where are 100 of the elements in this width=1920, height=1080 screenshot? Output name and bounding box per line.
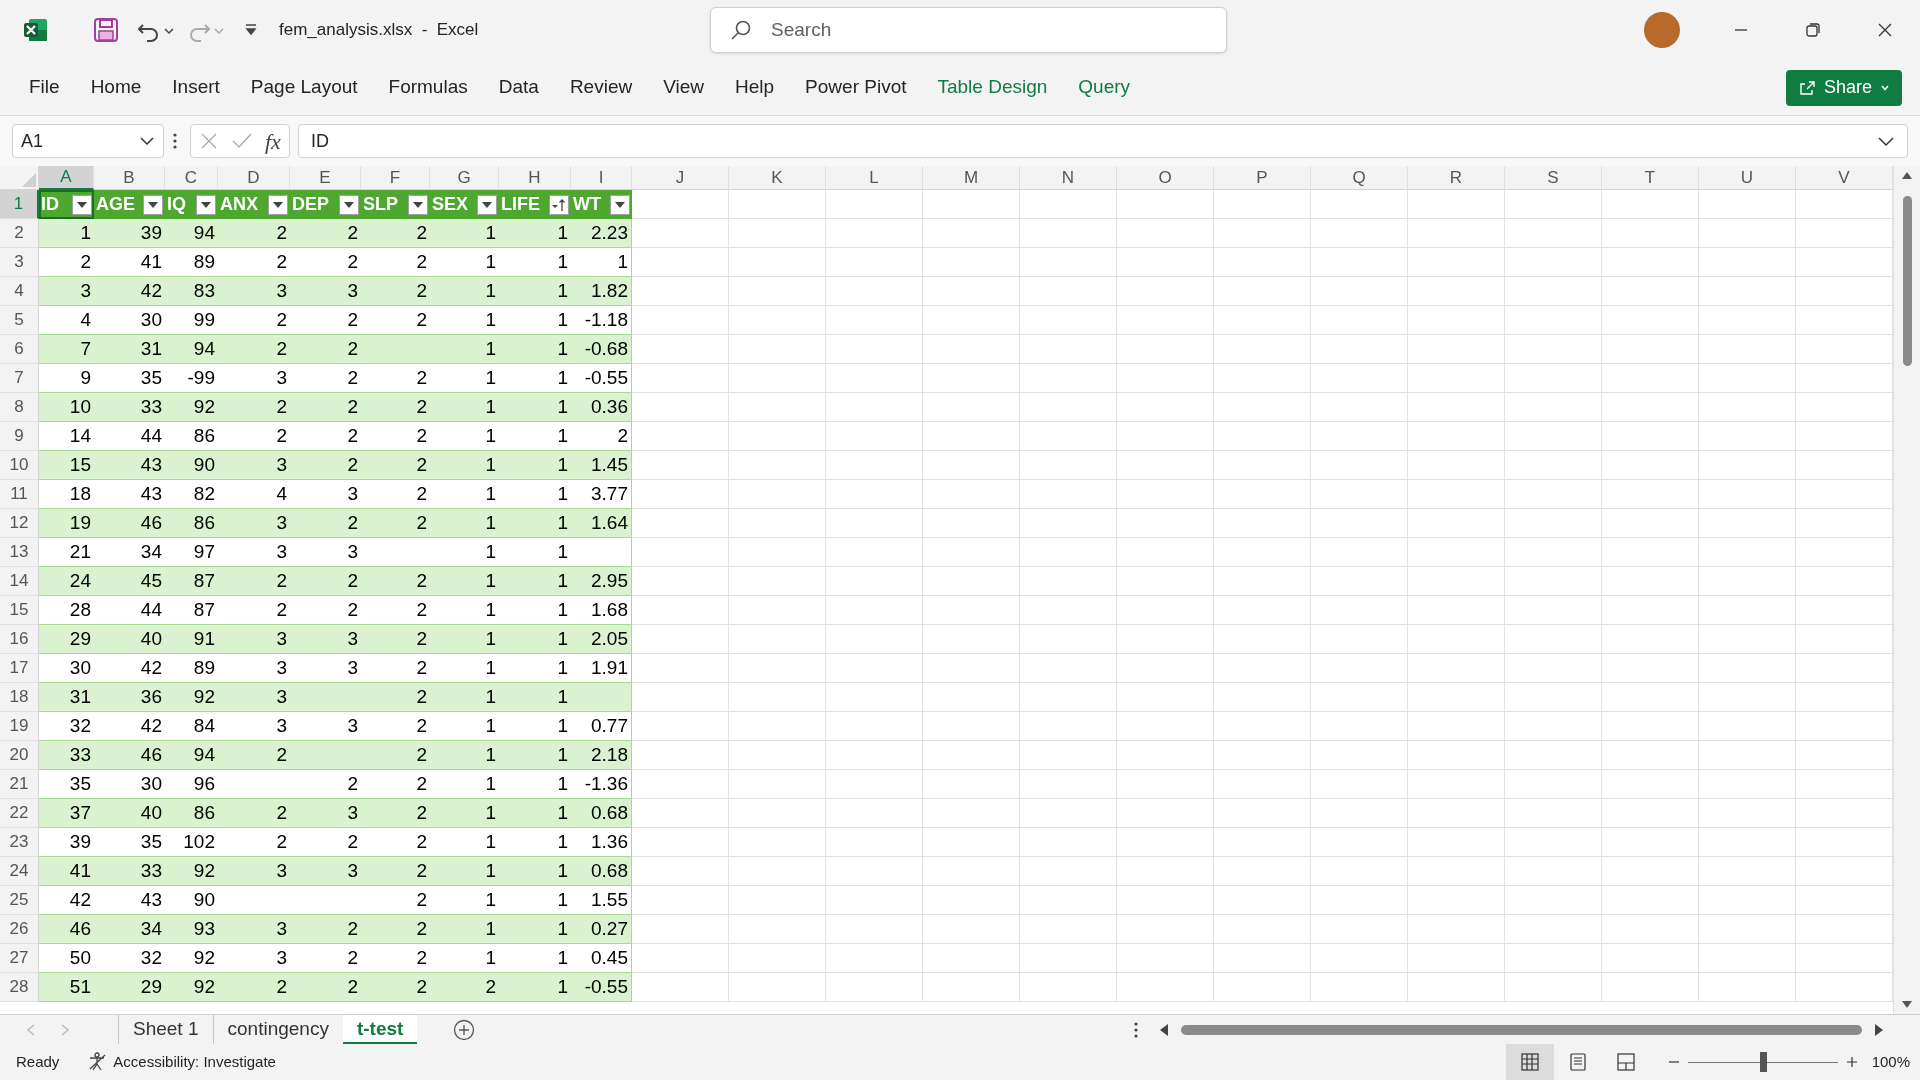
- grid-cell[interactable]: [1117, 741, 1214, 770]
- column-header[interactable]: B: [94, 166, 165, 190]
- grid-cell[interactable]: [1505, 567, 1602, 596]
- grid-cell[interactable]: [1117, 654, 1214, 683]
- grid-cell[interactable]: [632, 770, 729, 799]
- grid-cell[interactable]: [729, 857, 826, 886]
- grid-cell[interactable]: [1505, 654, 1602, 683]
- grid-cell[interactable]: [1699, 219, 1796, 248]
- grid-cell[interactable]: [729, 828, 826, 857]
- table-cell[interactable]: 1: [430, 567, 499, 596]
- table-cell[interactable]: 3.77: [571, 480, 632, 509]
- table-cell[interactable]: 86: [165, 509, 218, 538]
- grid-cell[interactable]: [1311, 654, 1408, 683]
- grid-cell[interactable]: [1505, 770, 1602, 799]
- grid-cell[interactable]: [1020, 277, 1117, 306]
- table-cell[interactable]: -0.55: [571, 973, 632, 1002]
- grid-cell[interactable]: [729, 451, 826, 480]
- column-header[interactable]: U: [1699, 166, 1796, 190]
- grid-cell[interactable]: [1020, 509, 1117, 538]
- table-cell[interactable]: 1: [499, 857, 571, 886]
- next-sheet-icon[interactable]: [60, 1023, 70, 1036]
- grid-cell[interactable]: [1117, 364, 1214, 393]
- row-header[interactable]: 15: [0, 596, 39, 625]
- table-cell[interactable]: 24: [39, 567, 94, 596]
- grid-cell[interactable]: [1311, 451, 1408, 480]
- grid-cell[interactable]: [1699, 538, 1796, 567]
- table-cell[interactable]: 3: [218, 451, 290, 480]
- column-header[interactable]: A: [39, 166, 94, 190]
- table-cell[interactable]: 94: [165, 219, 218, 248]
- table-cell[interactable]: 0.27: [571, 915, 632, 944]
- table-cell[interactable]: 2: [218, 335, 290, 364]
- table-cell[interactable]: 1.45: [571, 451, 632, 480]
- ribbon-tab[interactable]: Help: [728, 69, 782, 106]
- table-cell[interactable]: [571, 683, 632, 712]
- grid-cell[interactable]: [632, 915, 729, 944]
- table-cell[interactable]: 2: [290, 973, 361, 1002]
- grid-cell[interactable]: [1311, 828, 1408, 857]
- grid-cell[interactable]: [1505, 248, 1602, 277]
- grid-cell[interactable]: [1505, 190, 1602, 219]
- grid-cell[interactable]: [1408, 712, 1505, 741]
- table-cell[interactable]: 2: [290, 219, 361, 248]
- grid-cell[interactable]: [826, 248, 923, 277]
- grid-cell[interactable]: [1117, 277, 1214, 306]
- grid-cell[interactable]: [1602, 770, 1699, 799]
- column-header[interactable]: G: [430, 166, 499, 190]
- table-cell[interactable]: 29: [94, 973, 165, 1002]
- slider-thumb[interactable]: [1759, 1052, 1767, 1072]
- table-cell[interactable]: 7: [39, 335, 94, 364]
- grid-cell[interactable]: [1505, 335, 1602, 364]
- grid-cell[interactable]: [1214, 538, 1311, 567]
- table-cell[interactable]: 2: [361, 799, 430, 828]
- grid-cell[interactable]: [923, 567, 1020, 596]
- grid-cell[interactable]: [1117, 770, 1214, 799]
- grid-cell[interactable]: [1602, 422, 1699, 451]
- grid-cell[interactable]: [1699, 741, 1796, 770]
- grid-cell[interactable]: [826, 480, 923, 509]
- table-cell[interactable]: 2: [361, 857, 430, 886]
- scroll-down-icon[interactable]: [1901, 1000, 1913, 1010]
- table-cell[interactable]: 2: [430, 973, 499, 1002]
- formula-input[interactable]: ID: [297, 124, 1908, 158]
- grid-cell[interactable]: [1408, 451, 1505, 480]
- grid-cell[interactable]: [632, 422, 729, 451]
- grid-cell[interactable]: [1117, 190, 1214, 219]
- horizontal-scrollbar[interactable]: [1159, 1022, 1884, 1037]
- grid-cell[interactable]: [1699, 857, 1796, 886]
- grid-cell[interactable]: [1020, 973, 1117, 1002]
- grid-cell[interactable]: [632, 364, 729, 393]
- grid-cell[interactable]: [1020, 741, 1117, 770]
- grid-cell[interactable]: [1699, 683, 1796, 712]
- grid-cell[interactable]: [826, 190, 923, 219]
- grid-cell[interactable]: [1408, 393, 1505, 422]
- grid-cell[interactable]: [632, 625, 729, 654]
- table-cell[interactable]: 2: [218, 219, 290, 248]
- grid-cell[interactable]: [923, 422, 1020, 451]
- grid-cell[interactable]: [729, 364, 826, 393]
- grid-cell[interactable]: [1214, 741, 1311, 770]
- grid-cell[interactable]: [729, 683, 826, 712]
- grid-cell[interactable]: [1699, 393, 1796, 422]
- grid-cell[interactable]: [1117, 712, 1214, 741]
- grid-cell[interactable]: [923, 625, 1020, 654]
- grid-cell[interactable]: [1214, 422, 1311, 451]
- table-cell[interactable]: 31: [39, 683, 94, 712]
- grid-cell[interactable]: [1699, 480, 1796, 509]
- table-cell[interactable]: 92: [165, 973, 218, 1002]
- table-cell[interactable]: 3: [218, 857, 290, 886]
- grid-cell[interactable]: [826, 509, 923, 538]
- grid-cell[interactable]: [1020, 683, 1117, 712]
- grid-cell[interactable]: [729, 219, 826, 248]
- table-cell[interactable]: 2.18: [571, 741, 632, 770]
- grid-cell[interactable]: [1311, 567, 1408, 596]
- grid-cell[interactable]: [1214, 451, 1311, 480]
- grid-cell[interactable]: [632, 944, 729, 973]
- sheet-tab[interactable]: t-test: [342, 1015, 418, 1044]
- grid-cell[interactable]: [1214, 712, 1311, 741]
- ribbon-tab[interactable]: File: [22, 69, 67, 106]
- grid-cell[interactable]: [826, 277, 923, 306]
- grid-cell[interactable]: [1505, 857, 1602, 886]
- grid-cell[interactable]: [1214, 683, 1311, 712]
- grid-cell[interactable]: [1408, 915, 1505, 944]
- table-cell[interactable]: 2: [290, 567, 361, 596]
